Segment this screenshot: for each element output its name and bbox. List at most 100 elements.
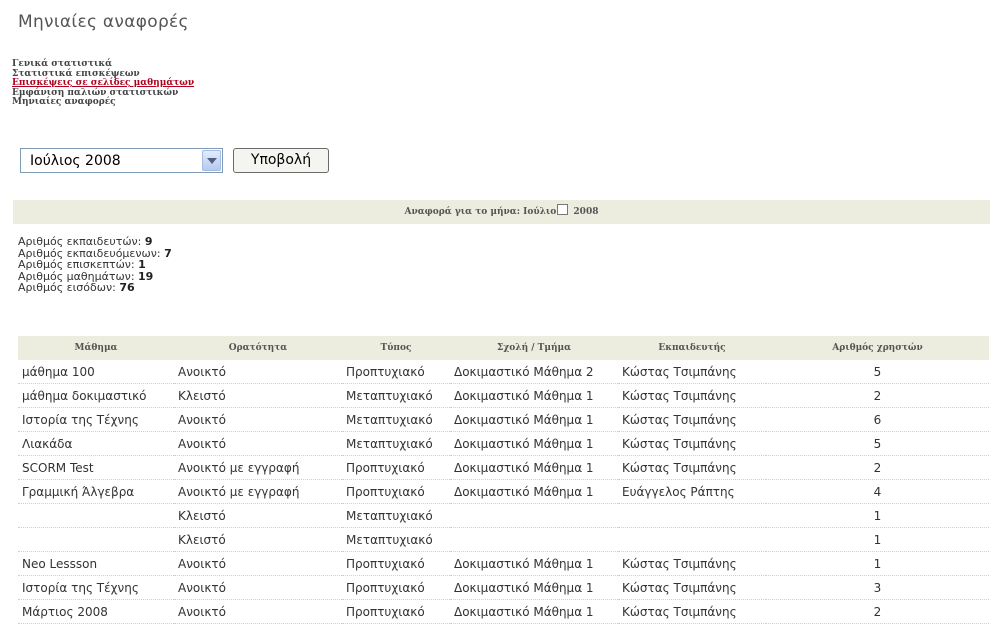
cell-visibility: Ανοικτό με εγγραφή [174,479,342,504]
report-header: Αναφορά για το μήνα: Ιούλιο 2008 [13,200,990,224]
cell-course: Γραμμική Άλγεβρα [18,479,174,504]
cell-department [450,503,618,528]
cell-user-count: 2 [766,599,989,624]
cell-user-count: 1 [766,551,989,576]
cell-type: Μεταπτυχιακό [342,407,450,432]
cell-department: Δοκιμαστικό Μάθημα 1 [450,455,618,480]
cell-type: Μεταπτυχιακό [342,527,450,552]
table-row: Ιστορία της Τέχνης Ανοικτό Προπτυχιακό Δ… [18,575,989,600]
table-row: Κλειστό Μεταπτυχιακό 1 [18,527,989,552]
table-row: Λιακάδα Ανοικτό Μεταπτυχιακό Δοκιμαστικό… [18,431,989,456]
col-header-user-count: Αριθμός χρηστών [766,336,989,360]
col-header-course: Μάθημα [18,336,174,360]
cell-instructor: Κώστας Τσιμπάνης [618,455,766,480]
submit-button[interactable]: Υποβολή [233,148,329,173]
cell-department: Δοκιμαστικό Μάθημα 2 [450,360,618,384]
cell-department: Δοκιμαστικό Μάθημα 1 [450,599,618,624]
page-title: Μηνιαίες αναφορές [18,12,189,32]
cell-instructor: Κώστας Τσιμπάνης [618,407,766,432]
cell-visibility: Ανοικτό με εγγραφή [174,455,342,480]
missing-glyph-box [557,204,569,215]
cell-type: Προπτυχιακό [342,575,450,600]
cell-instructor: Κώστας Τσιμπάνης [618,383,766,408]
cell-course: Μάρτιος 2008 [18,599,174,624]
col-header-instructor: Εκπαιδευτής [618,336,766,360]
cell-department: Δοκιμαστικό Μάθημα 1 [450,407,618,432]
cell-course [18,503,174,528]
cell-course [18,527,174,552]
cell-department: Δοκιμαστικό Μάθημα 1 [450,431,618,456]
cell-type: Μεταπτυχιακό [342,431,450,456]
summary-stats: Αριθμός εκπαιδευτών: 9 Αριθμός εκπαιδευό… [18,236,172,294]
cell-department [450,527,618,552]
table-row: Κλειστό Μεταπτυχιακό 1 [18,503,989,528]
cell-course: μάθημα δοκιμαστικό [18,383,174,408]
cell-instructor: Κώστας Τσιμπάνης [618,575,766,600]
table-row: Γραμμική Άλγεβρα Ανοικτό με εγγραφή Προπ… [18,479,989,504]
cell-type: Μεταπτυχιακό [342,383,450,408]
cell-type: Προπτυχιακό [342,455,450,480]
cell-user-count: 5 [766,431,989,456]
cell-visibility: Ανοικτό [174,575,342,600]
cell-course: μάθημα 100 [18,360,174,384]
stat-logins: Αριθμός εισόδων: 76 [18,281,135,294]
courses-table: Μάθημα Ορατότητα Τύπος Σχολή / Τμήμα Εκπ… [18,336,989,624]
cell-visibility: Κλειστό [174,503,342,528]
cell-visibility: Ανοικτό [174,360,342,384]
cell-user-count: 1 [766,503,989,528]
cell-instructor [618,527,766,552]
stat-value: 7 [164,246,172,260]
report-header-month: Αναφορά για το μήνα: Ιούλιο [404,207,557,217]
table-row: μάθημα δοκιμαστικό Κλειστό Μεταπτυχιακό … [18,383,989,408]
cell-course: Λιακάδα [18,431,174,456]
cell-course: Neo Lessson [18,551,174,576]
cell-visibility: Ανοικτό [174,431,342,456]
cell-department: Δοκιμαστικό Μάθημα 1 [450,479,618,504]
cell-instructor [618,503,766,528]
cell-visibility: Ανοικτό [174,551,342,576]
cell-user-count: 6 [766,407,989,432]
stats-nav-links: Γενικά στατιστικά Στατιστικά επισκέψεων … [12,59,194,108]
cell-user-count: 5 [766,360,989,384]
cell-user-count: 1 [766,527,989,552]
table-row: Neo Lessson Ανοικτό Προπτυχιακό Δοκιμαστ… [18,551,989,576]
cell-user-count: 4 [766,479,989,504]
table-row: Μάρτιος 2008 Ανοικτό Προπτυχιακό Δοκιμασ… [18,599,989,624]
cell-department: Δοκιμαστικό Μάθημα 1 [450,551,618,576]
cell-type: Μεταπτυχιακό [342,503,450,528]
month-select-value: Ιούλιος 2008 [30,153,121,169]
cell-instructor: Κώστας Τσιμπάνης [618,360,766,384]
cell-visibility: Ανοικτό [174,599,342,624]
col-header-department: Σχολή / Τμήμα [450,336,618,360]
table-row: μάθημα 100 Ανοικτό Προπτυχιακό Δοκιμαστι… [18,360,989,384]
col-header-visibility: Ορατότητα [174,336,342,360]
chevron-down-icon[interactable] [202,150,221,171]
cell-department: Δοκιμαστικό Μάθημα 1 [450,575,618,600]
cell-course: SCORM Test [18,455,174,480]
cell-instructor: Κώστας Τσιμπάνης [618,599,766,624]
stat-value: 19 [138,269,154,283]
cell-instructor: Κώστας Τσιμπάνης [618,551,766,576]
cell-type: Προπτυχιακό [342,551,450,576]
cell-user-count: 2 [766,383,989,408]
cell-visibility: Κλειστό [174,527,342,552]
cell-course: Ιστορία της Τέχνης [18,575,174,600]
cell-type: Προπτυχιακό [342,599,450,624]
table-row: Ιστορία της Τέχνης Ανοικτό Μεταπτυχιακό … [18,407,989,432]
table-row: SCORM Test Ανοικτό με εγγραφή Προπτυχιακ… [18,455,989,480]
cell-visibility: Ανοικτό [174,407,342,432]
cell-department: Δοκιμαστικό Μάθημα 1 [450,383,618,408]
report-header-year: 2008 [573,207,599,217]
month-select[interactable]: Ιούλιος 2008 [20,148,223,173]
cell-instructor: Κώστας Τσιμπάνης [618,431,766,456]
cell-user-count: 2 [766,455,989,480]
nav-link-monthly-reports[interactable]: Μηνιαίες αναφορές [12,98,194,108]
table-header-row: Μάθημα Ορατότητα Τύπος Σχολή / Τμήμα Εκπ… [18,336,989,360]
col-header-type: Τύπος [342,336,450,360]
cell-type: Προπτυχιακό [342,479,450,504]
cell-course: Ιστορία της Τέχνης [18,407,174,432]
cell-instructor: Ευάγγελος Ράπτης [618,479,766,504]
cell-user-count: 3 [766,575,989,600]
cell-type: Προπτυχιακό [342,360,450,384]
stat-value: 76 [119,281,135,294]
